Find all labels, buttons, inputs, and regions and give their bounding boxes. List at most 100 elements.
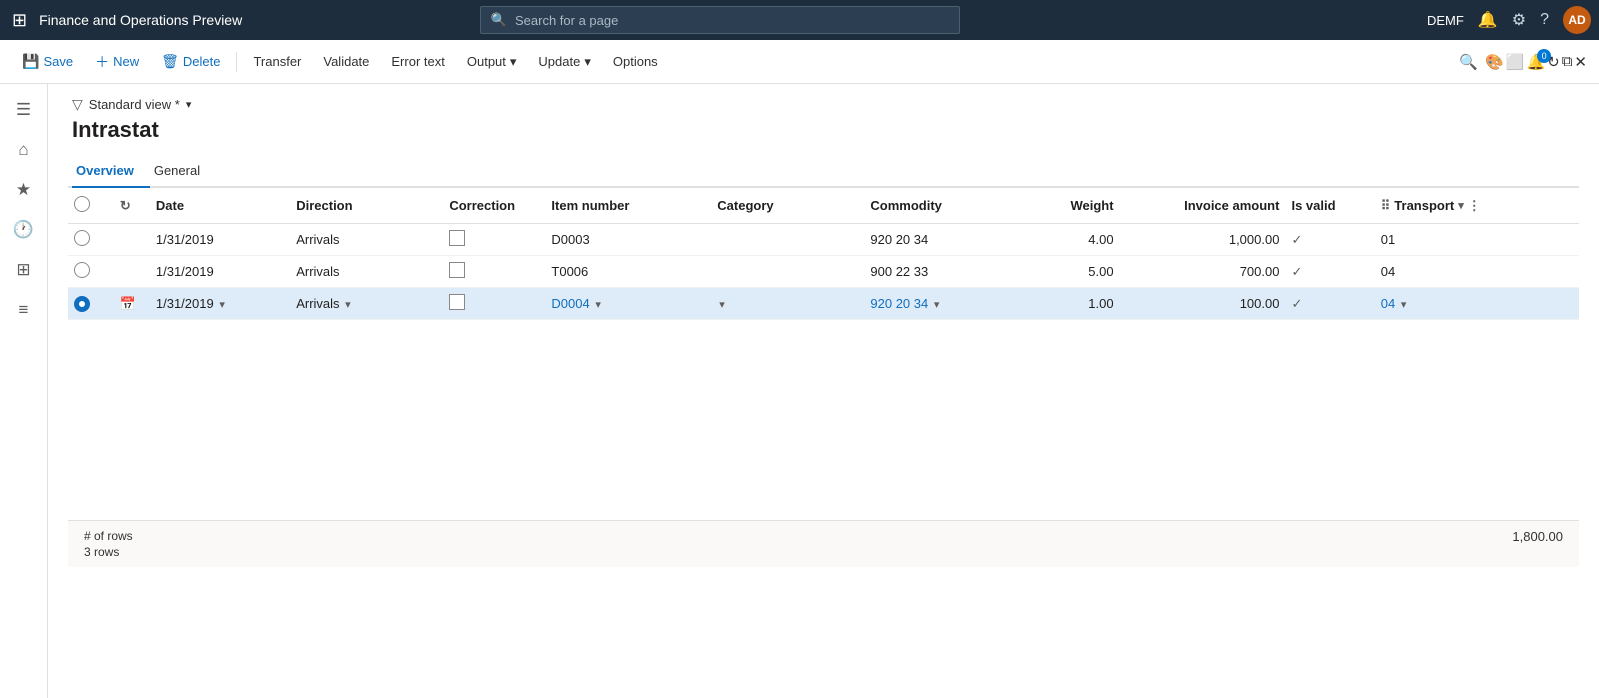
row3-item-number[interactable]: D0004 ▾ (545, 288, 711, 320)
user-avatar[interactable]: AD (1563, 6, 1591, 34)
col-invoice-header[interactable]: Invoice amount (1120, 188, 1286, 224)
help-icon[interactable]: ? (1540, 11, 1549, 29)
valid-check-icon: ✓ (1291, 296, 1302, 311)
global-search[interactable]: 🔍 Search for a page (480, 6, 960, 34)
open-new-window-icon[interactable]: ⧉ (1562, 53, 1573, 70)
select-all-radio[interactable] (74, 196, 90, 212)
apps-grid-icon[interactable]: ⊞ (8, 6, 31, 35)
sidebar-favorites[interactable]: ★ (6, 172, 42, 208)
delete-icon: 🗑 (161, 53, 179, 70)
notifications-icon[interactable]: 🔔 (1478, 10, 1498, 30)
row2-date: 1/31/2019 (150, 256, 290, 288)
row3-is-valid: ✓ (1285, 288, 1374, 320)
toolbar-search-icon[interactable]: 🔍 (1454, 48, 1483, 76)
personalize-icon[interactable]: 🎨 (1485, 53, 1504, 71)
save-icon: 💾 (22, 53, 39, 70)
split-view-icon[interactable]: ⬜ (1506, 53, 1525, 71)
filter-icon[interactable]: ▽ (72, 96, 83, 113)
col-direction-header[interactable]: Direction (290, 188, 443, 224)
update-dropdown[interactable]: Update ▾ (528, 49, 600, 75)
row3-direction: Arrivals ▾ (290, 288, 443, 320)
table-row[interactable]: 1/31/2019 Arrivals T0006 900 22 33 5.00 … (68, 256, 1579, 288)
sidebar-recent[interactable]: 🕐 (6, 212, 42, 248)
row2-select[interactable] (68, 256, 114, 288)
item-number-link[interactable]: D0004 (551, 296, 589, 311)
table-footer: # of rows 3 rows 1,800.00 (68, 520, 1579, 567)
view-caret[interactable]: ▾ (186, 98, 192, 111)
sidebar-home[interactable]: ⌂ (6, 132, 42, 168)
close-icon[interactable]: ✕ (1574, 53, 1587, 71)
row3-select[interactable] (68, 288, 114, 320)
category-dropdown-caret[interactable]: ▾ (719, 299, 725, 311)
row1-direction: Arrivals (290, 224, 443, 256)
search-placeholder: Search for a page (515, 13, 618, 28)
notifications-toolbar-icon[interactable]: 🔔0 (1526, 53, 1545, 71)
view-selector-row: ▽ Standard view * ▾ (68, 96, 1579, 113)
col-transport-drag: ⠿ (1381, 198, 1391, 214)
item-dropdown-caret[interactable]: ▾ (595, 299, 601, 311)
delete-button[interactable]: 🗑 Delete (151, 48, 230, 75)
env-label: DEMF (1427, 13, 1464, 28)
col-date-header[interactable]: Date (150, 188, 290, 224)
col-correction-header[interactable]: Correction (443, 188, 545, 224)
validate-button[interactable]: Validate (313, 49, 379, 74)
page-title: Intrastat (68, 117, 1579, 143)
transport-link: 04 (1381, 296, 1395, 311)
settings-icon[interactable]: ⚙ (1512, 10, 1526, 30)
row1-correction[interactable] (443, 224, 545, 256)
col-weight-header[interactable]: Weight (1018, 188, 1120, 224)
commodity-link[interactable]: 920 20 34 (870, 296, 928, 311)
view-label[interactable]: Standard view * (89, 97, 180, 112)
top-navigation: ⊞ Finance and Operations Preview 🔍 Searc… (0, 0, 1599, 40)
transfer-button[interactable]: Transfer (243, 49, 311, 74)
transport-dropdown-caret[interactable]: ▾ (1401, 299, 1407, 311)
calendar-icon: 📅 (120, 296, 136, 311)
row2-invoice: 700.00 (1120, 256, 1286, 288)
output-button[interactable]: Output ▾ (457, 49, 527, 75)
data-table-container: ↻ Date Direction Correction Item number (68, 188, 1579, 320)
row1-item-number: D0003 (545, 224, 711, 256)
new-button[interactable]: ＋ New (85, 47, 149, 77)
transport-more-icon[interactable]: ⋮ (1468, 198, 1481, 214)
row3-correction[interactable] (443, 288, 545, 320)
row1-refresh (114, 224, 150, 256)
col-transport-header[interactable]: ⠿ Transport ▾ ⋮ (1375, 188, 1541, 224)
col-commodity-header[interactable]: Commodity (864, 188, 1017, 224)
output-dropdown[interactable]: Output ▾ (457, 49, 527, 75)
update-button[interactable]: Update ▾ (528, 49, 600, 75)
col-select-all[interactable] (68, 188, 114, 224)
commodity-dropdown-caret[interactable]: ▾ (934, 299, 940, 311)
col-is-valid-header[interactable]: Is valid (1285, 188, 1374, 224)
row1-invoice: 1,000.00 (1120, 224, 1286, 256)
row1-select[interactable] (68, 224, 114, 256)
table-row[interactable]: 📅 1/31/2019 ▾ Arrivals ▾ (68, 288, 1579, 320)
transport-sort-caret: ▾ (1458, 199, 1464, 212)
row2-category (711, 256, 864, 288)
tab-overview[interactable]: Overview (72, 155, 150, 188)
row1-weight: 4.00 (1018, 224, 1120, 256)
row3-transport[interactable]: 04 ▾ (1375, 288, 1541, 320)
tab-general[interactable]: General (150, 155, 216, 188)
sidebar-hamburger[interactable]: ☰ (6, 92, 42, 128)
row3-invoice: 100.00 (1120, 288, 1286, 320)
col-refresh[interactable]: ↻ (114, 188, 150, 224)
row3-refresh[interactable]: 📅 (114, 288, 150, 320)
sidebar-modules[interactable]: ≡ (6, 292, 42, 328)
sidebar-workspaces[interactable]: ⊞ (6, 252, 42, 288)
col-item-number-header[interactable]: Item number (545, 188, 711, 224)
direction-dropdown-caret[interactable]: ▾ (345, 299, 351, 311)
row2-commodity: 900 22 33 (864, 256, 1017, 288)
rows-count: 3 rows (84, 545, 133, 559)
options-button[interactable]: Options (603, 49, 668, 74)
table-row[interactable]: 1/31/2019 Arrivals D0003 920 20 34 4.00 … (68, 224, 1579, 256)
row3-category[interactable]: ▾ (711, 288, 864, 320)
row3-commodity[interactable]: 920 20 34 ▾ (864, 288, 1017, 320)
row2-correction[interactable] (443, 256, 545, 288)
row2-weight: 5.00 (1018, 256, 1120, 288)
valid-check-icon: ✓ (1291, 264, 1302, 279)
date-dropdown-caret[interactable]: ▾ (219, 299, 225, 311)
save-button[interactable]: 💾 Save (12, 48, 83, 75)
new-icon: ＋ (95, 52, 109, 72)
col-category-header[interactable]: Category (711, 188, 864, 224)
error-text-button[interactable]: Error text (381, 49, 454, 74)
